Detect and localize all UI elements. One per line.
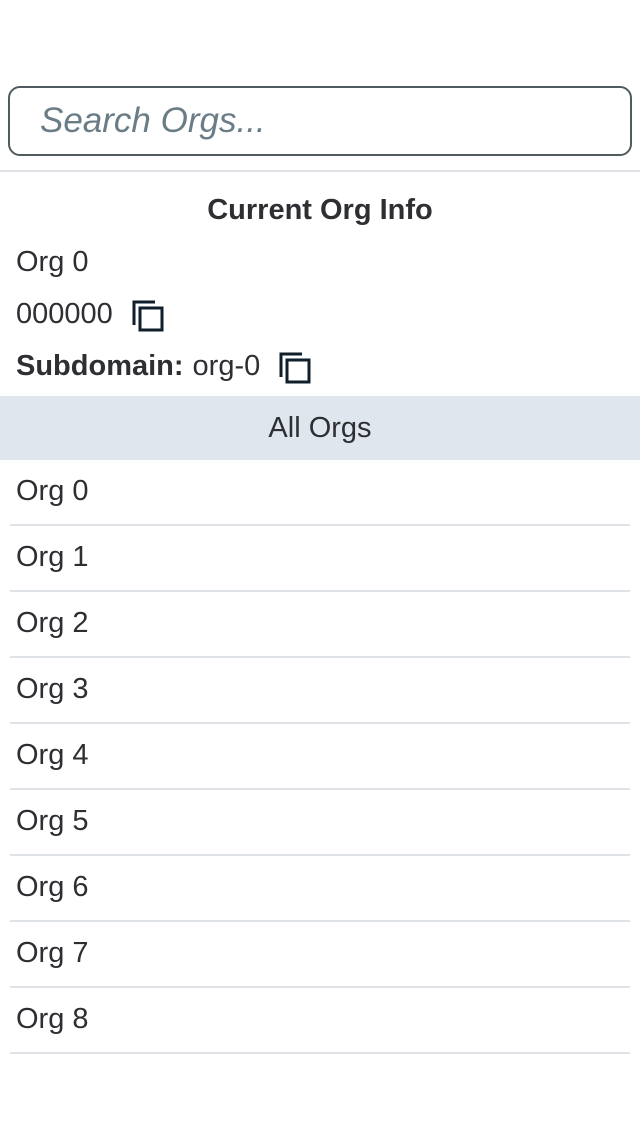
org-list-item-label: Org 7 bbox=[16, 937, 89, 969]
org-list: Org 0 Org 1 Org 2 Org 3 Org 4 Org 5 Org … bbox=[0, 460, 640, 1054]
org-list-item-label: Org 4 bbox=[16, 739, 89, 771]
org-list-item[interactable]: Org 7 bbox=[0, 922, 640, 988]
current-org-heading: Current Org Info bbox=[207, 194, 433, 226]
copy-subdomain-button[interactable] bbox=[278, 351, 312, 385]
org-list-item-label: Org 3 bbox=[16, 673, 89, 705]
current-org-subdomain-row: Subdomain: org-0 bbox=[16, 346, 312, 386]
all-orgs-heading: All Orgs bbox=[0, 396, 640, 460]
org-list-item-label: Org 8 bbox=[16, 1003, 89, 1035]
org-list-item[interactable]: Org 1 bbox=[0, 526, 640, 592]
org-list-item-label: Org 5 bbox=[16, 805, 89, 837]
search-orgs-input[interactable] bbox=[8, 86, 632, 156]
copy-org-id-button[interactable] bbox=[131, 299, 165, 333]
subdomain-value: org-0 bbox=[192, 349, 261, 382]
org-list-item-label: Org 1 bbox=[16, 541, 89, 573]
current-org-name: Org 0 bbox=[16, 245, 89, 278]
org-list-item[interactable]: Org 2 bbox=[0, 592, 640, 658]
current-org-id-row: 000000 bbox=[16, 294, 165, 334]
org-list-item-label: Org 2 bbox=[16, 607, 89, 639]
org-list-item-label: Org 0 bbox=[16, 475, 89, 507]
copy-icon bbox=[132, 300, 164, 332]
org-list-item-label: Org 6 bbox=[16, 871, 89, 903]
search-container bbox=[8, 86, 632, 156]
section-divider bbox=[0, 170, 640, 172]
org-list-item[interactable]: Org 0 bbox=[0, 460, 640, 526]
copy-icon bbox=[279, 352, 311, 384]
current-org-name-row: Org 0 bbox=[16, 242, 89, 282]
org-list-item[interactable]: Org 6 bbox=[0, 856, 640, 922]
all-orgs-heading-label: All Orgs bbox=[268, 411, 372, 444]
subdomain-label: Subdomain: bbox=[16, 349, 184, 382]
org-switcher-panel: Current Org Info Org 0 000000 Subdomain:… bbox=[0, 0, 640, 1136]
org-list-item[interactable]: Org 8 bbox=[0, 988, 640, 1054]
current-org-id: 000000 bbox=[16, 297, 113, 330]
org-list-item[interactable]: Org 3 bbox=[0, 658, 640, 724]
org-list-item[interactable]: Org 5 bbox=[0, 790, 640, 856]
org-list-item[interactable]: Org 4 bbox=[0, 724, 640, 790]
